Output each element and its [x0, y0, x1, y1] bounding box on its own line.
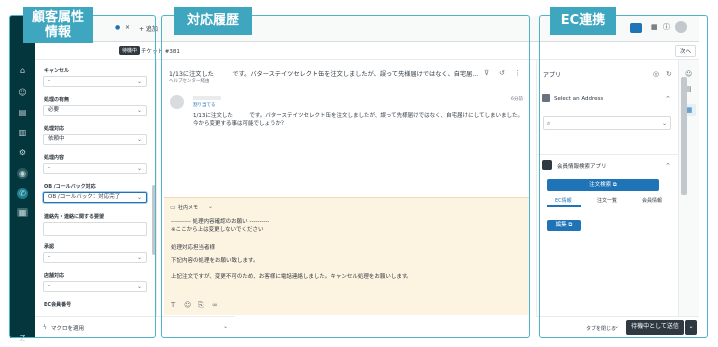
conversation-history-box [161, 15, 530, 338]
conversation-history-tag: 対応履歴 [174, 7, 252, 35]
customer-info-tag: 顧客属性 情報 [23, 7, 93, 43]
ec-link-box [539, 15, 708, 338]
zendesk-agent-workspace: ⌂ ☺ ▤ ▥ ⚙ ◉ ✆ ▦ Z ● × + 追加 ▦ ⓘ 待機中 チケット … [0, 0, 718, 347]
customer-info-box [9, 15, 156, 338]
ec-link-tag: EC連携 [550, 7, 616, 35]
